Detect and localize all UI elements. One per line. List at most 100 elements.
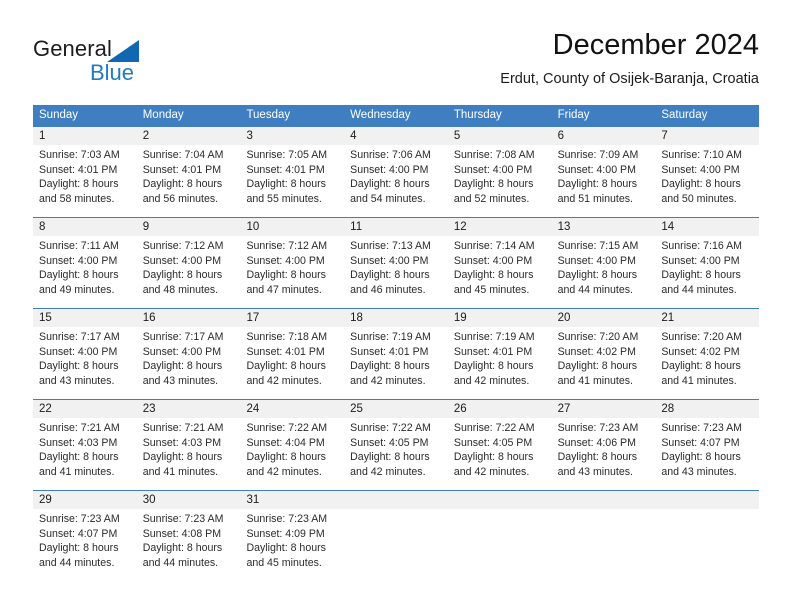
day-cell[interactable]: Sunrise: 7:20 AM Sunset: 4:02 PM Dayligh…	[552, 327, 656, 399]
daylight-text-line2: and 42 minutes.	[350, 465, 426, 478]
day-number[interactable]: 20	[552, 309, 656, 327]
sunset-text: Sunset: 4:00 PM	[246, 254, 325, 267]
day-number[interactable]: 2	[137, 127, 241, 145]
daylight-text-line1: Daylight: 8 hours	[350, 360, 430, 373]
week-detail-band: Sunrise: 7:17 AM Sunset: 4:00 PM Dayligh…	[33, 327, 759, 399]
day-cell[interactable]: Sunrise: 7:05 AM Sunset: 4:01 PM Dayligh…	[240, 145, 344, 217]
weekday-header-wednesday: Wednesday	[350, 109, 411, 121]
day-number[interactable]: 15	[33, 309, 137, 327]
sunrise-text: Sunrise: 7:23 AM	[142, 513, 224, 525]
page-header: General Blue December 2024 Erdut, County…	[0, 0, 792, 104]
day-number[interactable]: 16	[137, 309, 241, 327]
daylight-text-line2: and 42 minutes.	[453, 465, 530, 478]
day-number[interactable]: 10	[240, 218, 344, 236]
day-number[interactable]: 13	[552, 218, 656, 236]
daylight-text-line2: and 43 minutes.	[661, 465, 737, 478]
day-number[interactable]: 8	[33, 218, 137, 236]
day-cell[interactable]: Sunrise: 7:12 AM Sunset: 4:00 PM Dayligh…	[137, 236, 241, 308]
sunrise-text: Sunrise: 7:20 AM	[661, 331, 742, 343]
day-cell[interactable]: Sunrise: 7:11 AM Sunset: 4:00 PM Dayligh…	[33, 236, 137, 308]
day-cell[interactable]: Sunrise: 7:23 AM Sunset: 4:09 PM Dayligh…	[240, 509, 344, 581]
day-cell[interactable]: Sunrise: 7:19 AM Sunset: 4:01 PM Dayligh…	[448, 327, 552, 399]
day-cell[interactable]: Sunrise: 7:14 AM Sunset: 4:00 PM Dayligh…	[448, 236, 552, 308]
day-number[interactable]: 21	[655, 309, 759, 327]
day-number[interactable]: 29	[33, 491, 137, 509]
day-cell[interactable]: Sunrise: 7:09 AM Sunset: 4:00 PM Dayligh…	[552, 145, 656, 217]
day-cell[interactable]: Sunrise: 7:15 AM Sunset: 4:00 PM Dayligh…	[552, 236, 656, 308]
sunset-text: Sunset: 4:07 PM	[39, 527, 118, 540]
weekday-header-friday: Friday	[557, 109, 590, 121]
daylight-text-line2: and 44 minutes.	[661, 283, 737, 296]
sunset-text: Sunset: 4:00 PM	[142, 345, 222, 358]
day-number[interactable]: 4	[344, 127, 448, 145]
day-cell[interactable]: Sunrise: 7:04 AM Sunset: 4:01 PM Dayligh…	[137, 145, 241, 217]
sunrise-text: Sunrise: 7:03 AM	[39, 149, 120, 161]
day-number[interactable]: 31	[240, 491, 344, 509]
day-number[interactable]: 7	[655, 127, 759, 145]
day-cell[interactable]: Sunrise: 7:12 AM Sunset: 4:00 PM Dayligh…	[240, 236, 344, 308]
day-number[interactable]: 30	[137, 491, 241, 509]
day-cell[interactable]: Sunrise: 7:22 AM Sunset: 4:05 PM Dayligh…	[344, 418, 448, 490]
daylight-text-line1: Daylight: 8 hours	[350, 178, 430, 191]
day-cell[interactable]: Sunrise: 7:22 AM Sunset: 4:05 PM Dayligh…	[448, 418, 552, 490]
day-cell[interactable]: Sunrise: 7:22 AM Sunset: 4:04 PM Dayligh…	[240, 418, 344, 490]
sunset-text: Sunset: 4:03 PM	[39, 436, 118, 449]
day-cell[interactable]: Sunrise: 7:13 AM Sunset: 4:00 PM Dayligh…	[344, 236, 448, 308]
day-cell[interactable]: Sunrise: 7:18 AM Sunset: 4:01 PM Dayligh…	[240, 327, 344, 399]
daylight-text-line2: and 44 minutes.	[557, 283, 633, 296]
daylight-text-line1: Daylight: 8 hours	[661, 451, 741, 464]
sunset-text: Sunset: 4:06 PM	[557, 436, 636, 449]
calendar-page: General Blue December 2024 Erdut, County…	[0, 0, 792, 612]
day-number[interactable]: 24	[240, 400, 344, 418]
sunrise-text: Sunrise: 7:21 AM	[39, 422, 120, 434]
day-cell[interactable]: Sunrise: 7:03 AM Sunset: 4:01 PM Dayligh…	[33, 145, 137, 217]
daylight-text-line2: and 55 minutes.	[246, 192, 322, 205]
week-day-number-band: 15 16 17 18 19 20 21	[33, 309, 759, 327]
daylight-text-line1: Daylight: 8 hours	[246, 542, 326, 555]
day-number[interactable]: 1	[33, 127, 137, 145]
day-cell[interactable]: Sunrise: 7:17 AM Sunset: 4:00 PM Dayligh…	[33, 327, 137, 399]
day-cell[interactable]: Sunrise: 7:10 AM Sunset: 4:00 PM Dayligh…	[655, 145, 759, 217]
day-cell[interactable]: Sunrise: 7:23 AM Sunset: 4:07 PM Dayligh…	[655, 418, 759, 490]
daylight-text-line2: and 42 minutes.	[350, 374, 426, 387]
daylight-text-line2: and 54 minutes.	[350, 192, 426, 205]
day-cell[interactable]: Sunrise: 7:21 AM Sunset: 4:03 PM Dayligh…	[137, 418, 241, 490]
day-number[interactable]: 22	[33, 400, 137, 418]
daylight-text-line1: Daylight: 8 hours	[142, 178, 223, 191]
day-number[interactable]: 27	[552, 400, 656, 418]
sunset-text: Sunset: 4:01 PM	[350, 345, 429, 358]
day-number[interactable]: 26	[448, 400, 552, 418]
day-cell[interactable]: Sunrise: 7:17 AM Sunset: 4:00 PM Dayligh…	[137, 327, 241, 399]
day-number[interactable]: 6	[552, 127, 656, 145]
day-cell[interactable]: Sunrise: 7:08 AM Sunset: 4:00 PM Dayligh…	[448, 145, 552, 217]
day-number[interactable]: 19	[448, 309, 552, 327]
day-cell[interactable]: Sunrise: 7:06 AM Sunset: 4:00 PM Dayligh…	[344, 145, 448, 217]
day-number[interactable]: 18	[344, 309, 448, 327]
day-cell[interactable]: Sunrise: 7:20 AM Sunset: 4:02 PM Dayligh…	[655, 327, 759, 399]
day-number[interactable]: 28	[655, 400, 759, 418]
brand-logo[interactable]: General Blue	[33, 36, 213, 90]
sunrise-text: Sunrise: 7:04 AM	[142, 149, 224, 161]
day-number[interactable]: 25	[344, 400, 448, 418]
day-number[interactable]: 11	[344, 218, 448, 236]
daylight-text-line1: Daylight: 8 hours	[246, 360, 326, 373]
day-number[interactable]: 9	[137, 218, 241, 236]
day-cell[interactable]: Sunrise: 7:23 AM Sunset: 4:06 PM Dayligh…	[552, 418, 656, 490]
day-cell[interactable]: Sunrise: 7:16 AM Sunset: 4:00 PM Dayligh…	[655, 236, 759, 308]
day-cell[interactable]: Sunrise: 7:19 AM Sunset: 4:01 PM Dayligh…	[344, 327, 448, 399]
day-cell[interactable]: Sunrise: 7:21 AM Sunset: 4:03 PM Dayligh…	[33, 418, 137, 490]
day-number[interactable]: 14	[655, 218, 759, 236]
weekday-header-monday: Monday	[142, 109, 184, 121]
day-number[interactable]: 5	[448, 127, 552, 145]
day-number-empty	[448, 491, 552, 509]
day-number[interactable]: 12	[448, 218, 552, 236]
day-cell[interactable]: Sunrise: 7:23 AM Sunset: 4:08 PM Dayligh…	[137, 509, 241, 581]
sunset-text: Sunset: 4:01 PM	[39, 163, 118, 176]
sunrise-text: Sunrise: 7:11 AM	[39, 240, 119, 252]
day-cell[interactable]: Sunrise: 7:23 AM Sunset: 4:07 PM Dayligh…	[33, 509, 137, 581]
day-number[interactable]: 3	[240, 127, 344, 145]
day-number[interactable]: 23	[137, 400, 241, 418]
daylight-text-line1: Daylight: 8 hours	[557, 360, 638, 373]
daylight-text-line1: Daylight: 8 hours	[142, 360, 223, 373]
day-number[interactable]: 17	[240, 309, 344, 327]
